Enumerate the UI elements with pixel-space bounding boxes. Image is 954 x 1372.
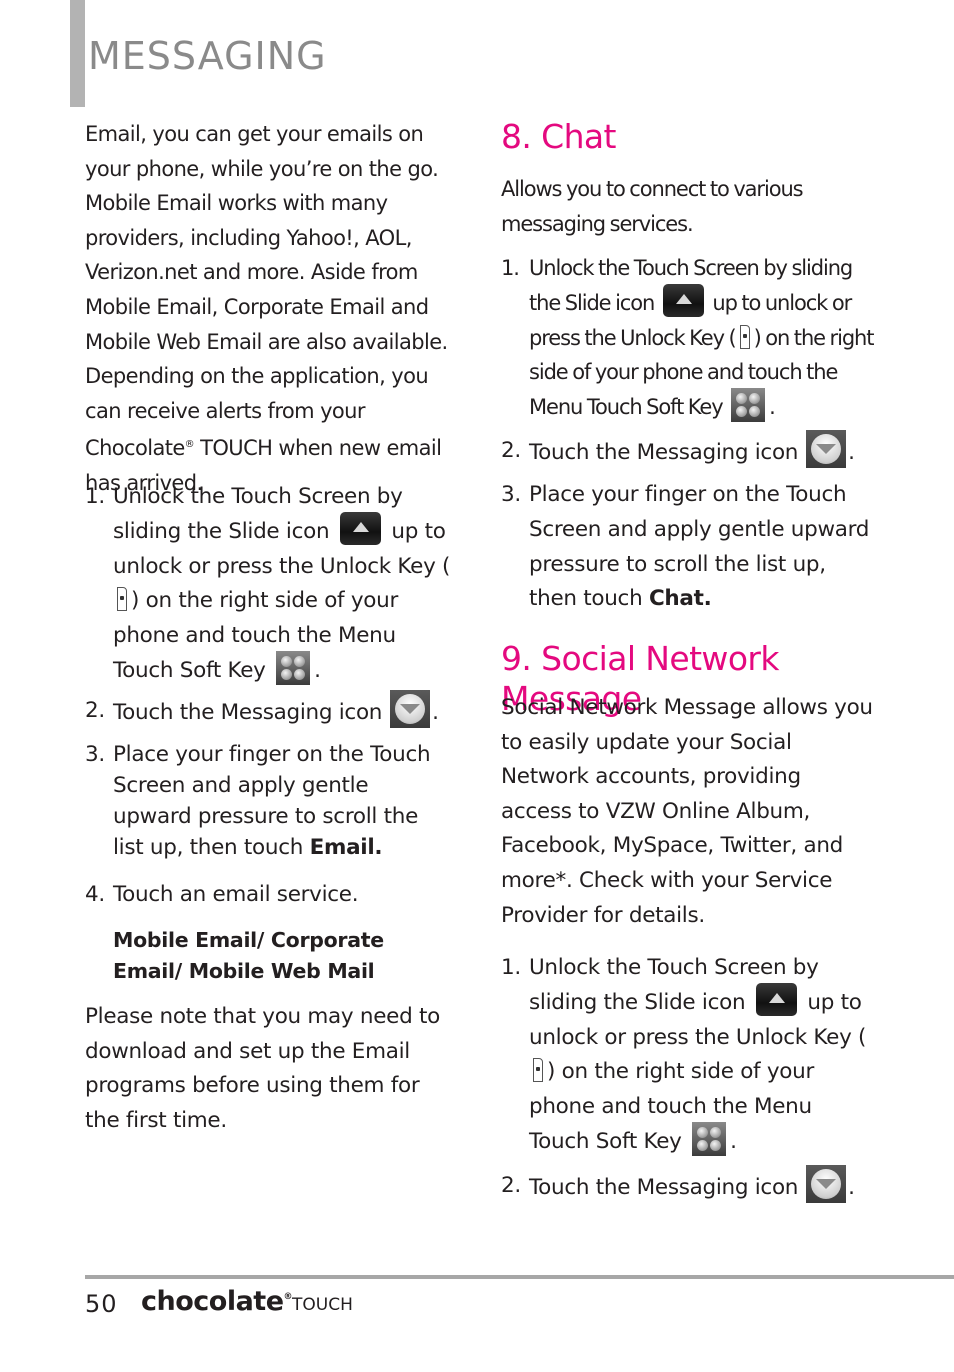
step-text: Touch the Messaging icon (113, 700, 383, 725)
social-step-1: 1. Unlock the Touch Screen by sliding th… (501, 951, 874, 1160)
messaging-icon (390, 690, 431, 728)
messaging-icon (806, 1165, 847, 1203)
menu-soft-key-icon (276, 650, 311, 685)
email-note-paragraph: Please note that you may need to downloa… (85, 1004, 440, 1133)
step-number: 2. (85, 698, 105, 723)
chat-menu-option: Chat. (648, 586, 712, 612)
slide-icon (662, 284, 704, 318)
email-step-3: 3. Place your finger on the Touch Screen… (85, 739, 453, 863)
email-step-2: 2. Touch the Messaging icon. (85, 690, 473, 732)
email-step-4: 4. Touch an email service. (85, 878, 453, 913)
chat-step-1: 1. Unlock the Touch Screen by sliding th… (501, 251, 875, 425)
step-number: 3. (85, 742, 105, 767)
step-text: Place your finger on the Touch Screen an… (113, 742, 431, 860)
step-text: . (432, 700, 439, 725)
unlock-key-icon (533, 1058, 543, 1083)
step-number: 1. (85, 484, 105, 509)
step-number: 1. (501, 955, 521, 980)
messaging-icon (806, 430, 847, 468)
step-text: . (769, 395, 776, 420)
step-number: 2. (501, 438, 521, 463)
chat-heading: 8. Chat (501, 117, 617, 156)
slide-icon (339, 512, 381, 546)
step-number: 3. (501, 482, 521, 507)
brand-registered-mark: ® (283, 1292, 293, 1302)
step-text: ) on the right side of your phone and to… (113, 588, 398, 683)
brand-suffix: TOUCH (292, 1295, 353, 1315)
slide-icon (755, 983, 797, 1017)
step-number: 1. (501, 256, 520, 280)
menu-soft-key-icon (731, 388, 766, 423)
email-menu-option: Email. (309, 835, 383, 860)
email-intro-text: Email, you can get your emails on your p… (85, 122, 448, 461)
chat-step-3: 3. Place your finger on the Touch Screen… (501, 478, 874, 617)
brand-name: chocolate (141, 1286, 284, 1317)
step-text: . (848, 440, 855, 465)
unlock-key-icon (739, 324, 750, 349)
step-text: Touch the Messaging icon (529, 440, 799, 465)
social-network-intro: Social Network Message allows you to eas… (501, 695, 873, 928)
step-text: . (848, 1175, 855, 1200)
step-text: . (730, 1128, 737, 1154)
section-side-bar (70, 0, 85, 107)
social-step-2: 2. Touch the Messaging icon. (501, 1165, 889, 1207)
step-number: 2. (501, 1173, 521, 1198)
chat-step-2: 2. Touch the Messaging icon. (501, 430, 889, 472)
email-intro-paragraph: Email, you can get your emails on your p… (85, 117, 460, 501)
brand-logo: chocolate®TOUCH (141, 1286, 353, 1317)
chat-intro: Allows you to connect to various messagi… (501, 177, 804, 236)
section-title: MESSAGING (88, 34, 327, 78)
step-number: 4. (85, 882, 105, 907)
registered-mark: ® (184, 439, 195, 451)
menu-soft-key-icon (692, 1121, 727, 1156)
step-text: Touch the Messaging icon (529, 1175, 799, 1200)
step-text: . (314, 657, 321, 683)
unlock-key-icon (117, 587, 127, 612)
page-number: 50 (85, 1290, 118, 1318)
step-text: ) on the right side of your phone and to… (529, 1059, 814, 1154)
step-text: Touch an email service. (113, 882, 359, 907)
footer-rule (85, 1275, 954, 1279)
email-step-1: 1. Unlock the Touch Screen by sliding th… (85, 480, 458, 689)
email-service-options: Mobile Email/ Corporate Email/ Mobile We… (113, 928, 384, 983)
